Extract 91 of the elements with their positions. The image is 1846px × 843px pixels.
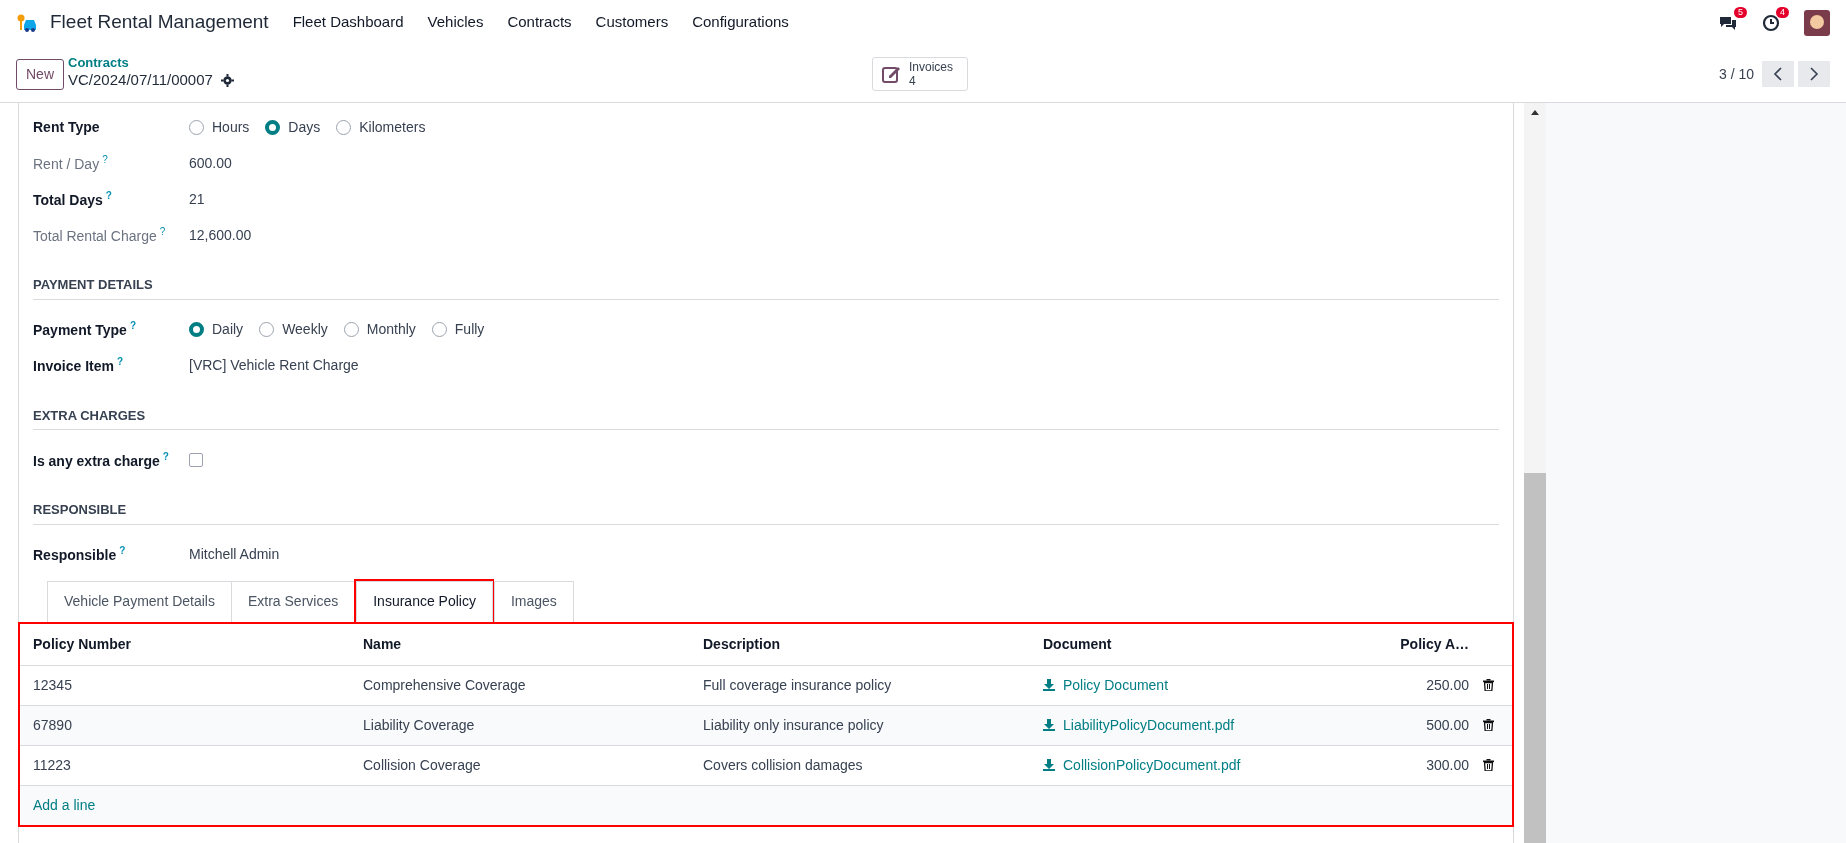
tab[interactable]: Insurance Policy — [356, 580, 493, 622]
help-mark[interactable]: ? — [116, 356, 124, 368]
table-cell-text: Liability only insurance policy — [703, 716, 884, 733]
record-name: VC/2024/07/11/00007 — [68, 70, 213, 91]
field-label: Rent Type — [33, 118, 100, 135]
chevron-right-icon — [1809, 67, 1819, 81]
column-header[interactable]: Policy Number — [19, 623, 349, 665]
file-link[interactable]: CollisionPolicyDocument.pdf — [1063, 754, 1241, 776]
car-key-icon — [16, 12, 38, 33]
field-label: Payment Type — [33, 321, 127, 338]
radio-label: Kilometers — [359, 117, 426, 137]
field-label: Responsible — [33, 546, 117, 563]
trash-icon[interactable] — [1483, 679, 1494, 691]
menu-item[interactable]: Vehicles — [427, 11, 484, 34]
table-cell-text: Liability Coverage — [363, 716, 475, 733]
table-cell-text: 11223 — [33, 756, 71, 773]
radio-button[interactable] — [336, 119, 352, 135]
field-label: Total Rental Charge — [33, 227, 157, 244]
add-line-link[interactable]: Add a line — [33, 796, 96, 813]
trash-icon[interactable] — [1483, 759, 1494, 771]
tab[interactable]: Vehicle Payment Details — [47, 580, 232, 623]
section-heading: PAYMENT DETAILS — [33, 275, 1499, 300]
avatar-icon[interactable] — [1804, 9, 1830, 36]
help-mark[interactable]: ? — [119, 545, 126, 557]
amount-value: 250.00 — [1426, 676, 1469, 693]
trash-icon[interactable] — [1483, 719, 1494, 731]
chevron-left-icon — [1773, 67, 1783, 81]
breadcrumb-link[interactable]: Contracts — [68, 56, 234, 70]
table-cell-text: 12345 — [33, 676, 72, 693]
settings-icon[interactable] — [220, 74, 234, 87]
pager-value: 3 / 10 — [1718, 64, 1754, 84]
tab[interactable]: Images — [493, 580, 574, 623]
radio-button[interactable] — [189, 119, 204, 135]
menu-item[interactable]: Configurations — [692, 11, 789, 34]
radio-label: Weekly — [282, 320, 328, 339]
menu-item[interactable]: Contracts — [507, 11, 572, 34]
table-cell-text: Full coverage insurance policy — [703, 676, 892, 693]
edit-icon — [881, 64, 901, 84]
field-label: Total Days — [33, 191, 103, 208]
new-button[interactable]: New — [16, 58, 64, 90]
smart-button-label: Invoices — [909, 59, 954, 74]
help-mark[interactable]: ? — [129, 320, 136, 332]
column-header[interactable]: Name — [349, 623, 689, 665]
field-value: 600.00 — [189, 153, 232, 173]
radio-button[interactable] — [343, 322, 359, 337]
field-label: Is any extra charge — [33, 452, 160, 469]
radio-button[interactable] — [431, 322, 447, 337]
help-mark[interactable]: ? — [102, 153, 108, 165]
previous-button[interactable] — [1762, 61, 1794, 87]
download-icon[interactable] — [1043, 759, 1055, 771]
invoices-smart-button[interactable]: Invoices 4 — [872, 56, 969, 92]
field-value: Mitchell Admin — [189, 545, 280, 564]
field-value: 12,600.00 — [189, 225, 252, 245]
help-mark[interactable]: ? — [159, 225, 166, 237]
radio-label: Monthly — [366, 320, 416, 339]
amount-value: 300.00 — [1426, 756, 1469, 773]
help-mark[interactable]: ? — [105, 189, 112, 201]
radio-button[interactable] — [189, 322, 204, 337]
radio-label: Hours — [212, 117, 250, 137]
table-cell-text: Covers collision damages — [703, 756, 863, 773]
download-icon[interactable] — [1043, 679, 1055, 691]
table-cell-text: Collision Coverage — [363, 756, 481, 773]
file-link[interactable]: Policy Document — [1063, 674, 1169, 696]
menu-item[interactable]: Customers — [595, 11, 669, 34]
activity-count-badge: 4 — [1776, 6, 1789, 19]
app-name[interactable]: Fleet Rental Management — [50, 8, 269, 37]
column-header[interactable]: Document — [1029, 623, 1369, 665]
amount-value: 500.00 — [1426, 716, 1469, 733]
menu-item[interactable]: Fleet Dashboard — [292, 11, 404, 34]
help-mark[interactable]: ? — [162, 450, 169, 462]
radio-label: Days — [288, 117, 321, 137]
table-cell-text: Comprehensive Coverage — [363, 676, 526, 693]
radio-label: Daily — [212, 320, 244, 339]
field-value: [VRC] Vehicle Rent Charge — [189, 356, 359, 375]
clock-icon[interactable] — [1762, 13, 1780, 32]
field-label: Rent / Day — [33, 155, 100, 172]
field-label: Invoice Item — [33, 357, 114, 374]
table-cell-text: 67890 — [33, 716, 72, 733]
column-header[interactable]: Description — [689, 623, 1029, 665]
next-button[interactable] — [1798, 61, 1830, 87]
radio-label: Fully — [454, 320, 485, 339]
checkbox[interactable] — [189, 453, 203, 467]
column-header[interactable]: Policy A… — [1369, 623, 1483, 665]
radio-button[interactable] — [265, 119, 281, 135]
smart-button-count: 4 — [909, 74, 917, 89]
message-count-badge: 5 — [1734, 6, 1747, 19]
radio-button[interactable] — [259, 322, 275, 337]
section-heading: EXTRA CHARGES — [33, 405, 1499, 430]
download-icon[interactable] — [1043, 719, 1055, 731]
field-value: 21 — [189, 189, 205, 209]
section-heading: RESPONSIBLE — [33, 500, 1499, 525]
